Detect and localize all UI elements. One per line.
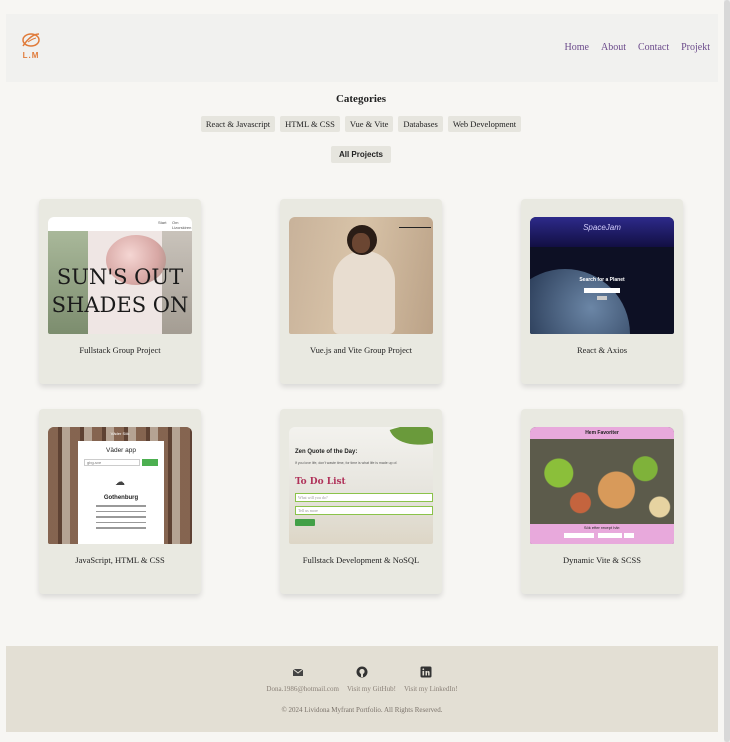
category-chip-databases[interactable]: Databases (398, 116, 443, 132)
thumb-todo-field: Tell us more (295, 506, 433, 515)
thumb-food-image (530, 439, 674, 524)
footer-icons (6, 666, 718, 678)
project-thumbnail[interactable]: Hem Favoriter Sök efter recept här: (530, 427, 674, 544)
thumb-app-title: Väder app (106, 447, 136, 454)
project-thumbnail[interactable]: Zen Quote of the Day: If you love life, … (289, 427, 433, 544)
thumb-weather-panel: Väder app gbg-sve ☁ Gothenburg (78, 441, 164, 544)
project-title: React & Axios (576, 345, 628, 355)
thumb-search-label: Search for a Planet (579, 277, 625, 283)
project-card[interactable]: Väder Sök Väder app gbg-sve ☁ Gothenburg… (39, 409, 201, 594)
thumb-quote: If you love life, don't waste time, for … (295, 461, 398, 465)
github-icon[interactable] (356, 666, 368, 678)
envelope-icon[interactable] (292, 666, 304, 678)
thumb-add-button (295, 519, 315, 526)
project-card[interactable]: Vue.js and Vite Group Project (280, 199, 442, 384)
thumb-figure-face (352, 233, 370, 253)
project-title: Dynamic Vite & SCSS (563, 555, 641, 565)
thumb-select (598, 533, 622, 538)
thumb-button (624, 533, 634, 538)
category-chip-html-css[interactable]: HTML & CSS (280, 116, 340, 132)
project-title: JavaScript, HTML & CSS (75, 555, 165, 565)
thumb-headline-line: SHADES ON (51, 293, 189, 317)
scrollbar-track[interactable] (724, 0, 730, 742)
leaf-logo-icon (18, 30, 44, 50)
footer-links: Dona.1986@hotmail.com Visit my GitHub! V… (6, 685, 718, 693)
category-filters: React & Javascript HTML & CSS Vue & Vite… (0, 116, 722, 132)
nav-projekt[interactable]: Projekt (681, 42, 710, 53)
project-title: Fullstack Development & NoSQL (302, 555, 420, 565)
thumb-headline-line: SUN'S OUT (56, 265, 184, 289)
category-chip-react[interactable]: React & Javascript (200, 116, 276, 132)
thumb-header (530, 217, 674, 247)
thumb-city-name: Gothenburg (103, 495, 139, 501)
thumb-nav-item: Start (158, 220, 167, 225)
site-header: L.M Home About Contact Projekt (6, 14, 718, 82)
thumb-search-input (584, 288, 620, 293)
project-card[interactable]: Zen Quote of the Day: If you love life, … (280, 409, 442, 594)
logo[interactable]: L.M (18, 30, 44, 60)
project-thumbnail[interactable]: Start Om Lizorskiren SUN'S OUT SHADES ON (48, 217, 192, 334)
scrollbar-thumb[interactable] (724, 0, 730, 742)
thumb-leaf (389, 427, 433, 457)
categories-title: Categories (335, 93, 387, 105)
thumb-search-bar: Sök efter recept här: (530, 524, 674, 544)
thumb-search-button (597, 296, 607, 300)
footer-github-link[interactable]: Visit my GitHub! (347, 685, 396, 693)
thumb-todo-field: What will you do? (295, 493, 433, 502)
all-projects-button[interactable]: All Projects (331, 146, 391, 163)
project-card[interactable]: SpaceJam Search for a Planet React & Axi… (521, 199, 683, 384)
thumb-weather-details (96, 505, 146, 533)
thumb-todo-title: To Do List (295, 477, 346, 487)
linkedin-icon[interactable] (420, 666, 432, 678)
thumb-app-title: SpaceJam (583, 223, 621, 232)
thumb-nav-item: Om Lizorskiren (172, 220, 192, 230)
project-title: Fullstack Group Project (79, 345, 161, 355)
project-card[interactable]: Hem Favoriter Sök efter recept här: Dyna… (521, 409, 683, 594)
main-nav: Home About Contact Projekt (565, 42, 710, 53)
footer-linkedin-link[interactable]: Visit my LinkedIn! (404, 685, 458, 693)
project-thumbnail[interactable] (289, 217, 433, 334)
cloud-icon: ☁ (115, 477, 125, 488)
page: L.M Home About Contact Projekt Categorie… (0, 0, 730, 742)
category-chip-web-dev[interactable]: Web Development (447, 116, 522, 132)
footer-copyright: © 2024 Lividona Myfrant Portfolio. All R… (281, 706, 443, 714)
nav-home[interactable]: Home (565, 42, 589, 53)
project-card[interactable]: Start Om Lizorskiren SUN'S OUT SHADES ON… (39, 199, 201, 384)
site-footer: Dona.1986@hotmail.com Visit my GitHub! V… (6, 646, 718, 732)
nav-about[interactable]: About (601, 42, 626, 53)
project-thumbnail[interactable]: SpaceJam Search for a Planet (530, 217, 674, 334)
thumb-nav: Väder Sök (110, 431, 130, 436)
project-title: Vue.js and Vite Group Project (310, 345, 412, 355)
category-chip-vue[interactable]: Vue & Vite (344, 116, 394, 132)
thumb-city-input: gbg-sve (84, 459, 140, 466)
thumb-nav: Hem Favoriter (530, 427, 674, 439)
footer-email-link[interactable]: Dona.1986@hotmail.com (266, 685, 339, 693)
nav-contact[interactable]: Contact (638, 42, 669, 53)
logo-text: L.M (22, 51, 40, 60)
thumb-zen-title: Zen Quote of the Day: (295, 449, 358, 455)
thumb-headline: SUN'S OUT SHADES ON (48, 263, 192, 319)
project-thumbnail[interactable]: Väder Sök Väder app gbg-sve ☁ Gothenburg (48, 427, 192, 544)
thumb-search-prompt: Sök efter recept här: (583, 525, 621, 530)
thumb-figure-body (333, 251, 395, 334)
thumb-line (399, 227, 431, 228)
thumb-search-button (142, 459, 158, 466)
thumb-navbar: Start Om Lizorskiren (48, 217, 192, 231)
thumb-input (564, 533, 594, 538)
